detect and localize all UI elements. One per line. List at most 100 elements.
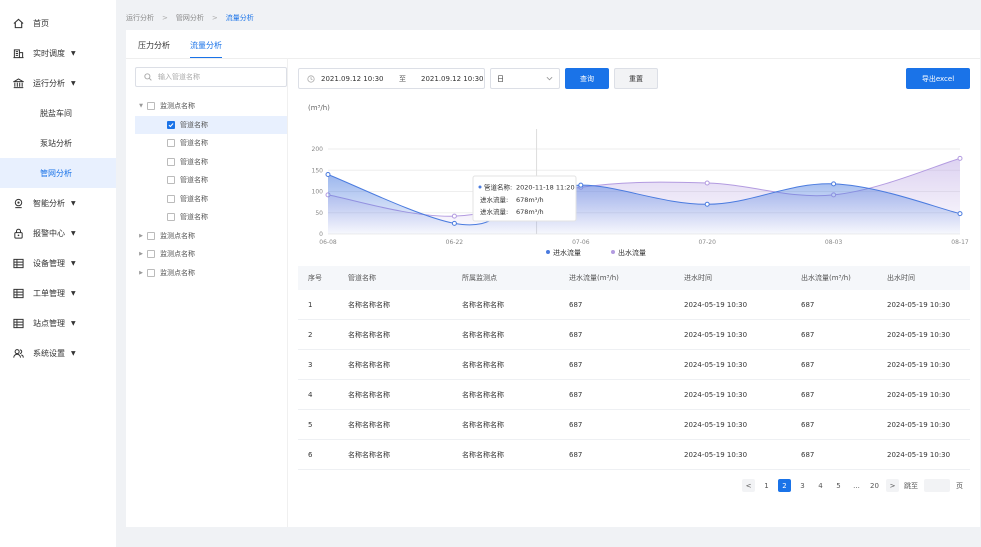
sidebar-item-site[interactable]: 站点管理 ▼	[0, 308, 116, 338]
tree-search-input[interactable]: 输入管道名称	[135, 67, 287, 87]
tree-node-monitor[interactable]: ▶ 监测点名称	[135, 264, 287, 283]
cell-monitor-point: 名称名称名称	[462, 360, 504, 369]
tree-checkbox[interactable]	[147, 231, 155, 240]
sidebar-item-device[interactable]: 设备管理 ▼	[0, 248, 116, 278]
chevron-right-icon[interactable]: ▶	[135, 233, 147, 239]
data-point-inflow[interactable]	[451, 220, 457, 226]
data-point-inflow[interactable]	[704, 201, 710, 207]
granularity-select[interactable]: 日	[490, 68, 560, 89]
cell-inflow: 687	[569, 450, 583, 459]
chevron-right-icon[interactable]: ▶	[135, 270, 147, 276]
grid-icon	[12, 317, 24, 329]
sidebar-item-dispatch[interactable]: 实时调度 ▼	[0, 38, 116, 68]
legend-outflow[interactable]: 出水流量	[618, 248, 646, 257]
data-point-inflow[interactable]	[578, 182, 584, 188]
tab-flow[interactable]: 流量分析	[190, 40, 222, 59]
legend-inflow[interactable]: 进水流量	[553, 248, 581, 257]
page-button[interactable]: 3	[796, 479, 809, 492]
breadcrumb-item[interactable]: 管网分析	[176, 13, 204, 23]
check-icon	[168, 122, 174, 127]
page-button[interactable]: 5	[832, 479, 845, 492]
tree-node-monitor[interactable]: ▶ 监测点名称	[135, 227, 287, 246]
table-row[interactable]: 6 名称名称名称 名称名称名称 687 2024-05-19 10:30 687 2024-…	[298, 440, 970, 470]
jump-label: 跳至	[904, 481, 918, 490]
table-row[interactable]: 3 名称名称名称 名称名称名称 687 2024-05-19 10:30 687 2024-…	[298, 350, 970, 380]
table-row[interactable]: 1 名称名称名称 名称名称名称 687 2024-05-19 10:30 687 2024-…	[298, 290, 970, 320]
table-row[interactable]: 5 名称名称名称 名称名称名称 687 2024-05-19 10:30 687 2024-…	[298, 410, 970, 440]
table-row[interactable]: 2 名称名称名称 名称名称名称 687 2024-05-19 10:30 687 2024-…	[298, 320, 970, 350]
sidebar-subitem-desalination[interactable]: 脱盐车间	[0, 98, 116, 128]
tab-pressure[interactable]: 压力分析	[138, 40, 170, 59]
tree-node-pipe[interactable]: 管道名称	[135, 153, 287, 172]
chart-tooltip: 管道名称: 2020-11-18 11:20 进水流量: 678m³/h 进水流…	[472, 175, 577, 222]
tree-node-pipe[interactable]: 管道名称	[135, 115, 287, 134]
cell-pipe-name: 名称名称名称	[348, 300, 390, 309]
data-point-outflow[interactable]	[704, 180, 710, 186]
next-page-button[interactable]: >	[886, 479, 899, 492]
sidebar-subitem-pump[interactable]: 泵站分析	[0, 128, 116, 158]
tree-checkbox[interactable]	[167, 139, 175, 148]
chevron-right-icon[interactable]: ▶	[135, 251, 147, 257]
data-point-inflow[interactable]	[957, 211, 963, 217]
reset-button[interactable]: 重置	[614, 68, 658, 89]
data-point-inflow[interactable]	[831, 181, 837, 187]
tree-checkbox[interactable]	[167, 194, 175, 203]
tree-node-pipe[interactable]: 管道名称	[135, 208, 287, 227]
jump-page-input[interactable]	[924, 479, 950, 492]
sidebar-item-workorder[interactable]: 工单管理 ▼	[0, 278, 116, 308]
tree-checkbox[interactable]	[167, 213, 175, 222]
page-button[interactable]: 4	[814, 479, 827, 492]
tree-checkbox[interactable]	[147, 102, 155, 111]
sidebar-item-alarm[interactable]: 报警中心 ▼	[0, 218, 116, 248]
data-point-inflow[interactable]	[325, 172, 331, 177]
tooltip-line3-label: 进水流量:	[480, 207, 508, 216]
search-icon	[144, 73, 152, 81]
tree-checkbox[interactable]	[147, 250, 155, 259]
cell-monitor-point: 名称名称名称	[462, 390, 504, 399]
page-button[interactable]: 1	[760, 479, 773, 492]
data-point-outflow[interactable]	[957, 155, 963, 161]
tree-checkbox-checked[interactable]	[167, 120, 175, 129]
chevron-down-icon[interactable]: ▼	[135, 103, 147, 109]
cell-outflow-time: 2024-05-19 10:30	[887, 420, 951, 429]
breadcrumb-item[interactable]: 运行分析	[126, 13, 154, 23]
cell-inflow-time: 2024-05-19 10:30	[684, 390, 748, 399]
tree-node-pipe[interactable]: 管道名称	[135, 171, 287, 190]
y-tick-label: 200	[312, 146, 324, 153]
start-date[interactable]: 2021.09.12 10:30	[321, 75, 399, 83]
tree-node-pipe[interactable]: 管道名称	[135, 190, 287, 209]
cell-outflow: 687	[801, 420, 815, 429]
cell-pipe-name: 名称名称名称	[348, 360, 390, 369]
x-tick-label: 08-03	[825, 239, 843, 246]
tree-checkbox[interactable]	[167, 176, 175, 185]
tree-checkbox[interactable]	[147, 268, 155, 277]
page-button[interactable]: 20	[868, 479, 881, 492]
prev-page-button[interactable]: <	[742, 479, 755, 492]
end-date[interactable]: 2021.09.12 10:30	[421, 75, 483, 83]
tab-bar: 压力分析 流量分析	[138, 40, 242, 59]
header-pipe-name: 管道名称	[348, 274, 376, 282]
header-inflow-time: 进水时间	[684, 274, 712, 282]
header-outflow: 出水流量(m³/h)	[801, 274, 851, 282]
table-row[interactable]: 4 名称名称名称 名称名称名称 687 2024-05-19 10:30 687 2024-…	[298, 380, 970, 410]
sidebar-item-analysis[interactable]: 运行分析 ▼	[0, 68, 116, 98]
sidebar-subitem-network[interactable]: 管网分析	[0, 158, 116, 188]
cell-outflow-time: 2024-05-19 10:30	[887, 330, 951, 339]
page-button-active[interactable]: 2	[778, 479, 791, 492]
x-tick-label: 08-17	[951, 239, 969, 246]
cell-inflow: 687	[569, 300, 583, 309]
date-range-picker[interactable]: 2021.09.12 10:30 至 2021.09.12 10:30	[298, 68, 485, 89]
sidebar-item-smart[interactable]: 智能分析 ▼	[0, 188, 116, 218]
cell-pipe-name: 名称名称名称	[348, 450, 390, 459]
data-point-outflow[interactable]	[451, 213, 457, 219]
sidebar-item-home[interactable]: 首页	[0, 8, 116, 38]
building-icon	[12, 47, 24, 59]
tree-node-monitor[interactable]: ▼ 监测点名称	[135, 97, 287, 116]
sidebar-item-settings[interactable]: 系统设置 ▼	[0, 338, 116, 368]
tree-node-pipe[interactable]: 管道名称	[135, 134, 287, 153]
query-button[interactable]: 查询	[565, 68, 609, 89]
tree-checkbox[interactable]	[167, 157, 175, 166]
chevron-down-icon: ▼	[71, 349, 76, 357]
export-excel-button[interactable]: 导出excel	[906, 68, 970, 89]
tree-node-monitor[interactable]: ▶ 监测点名称	[135, 245, 287, 264]
